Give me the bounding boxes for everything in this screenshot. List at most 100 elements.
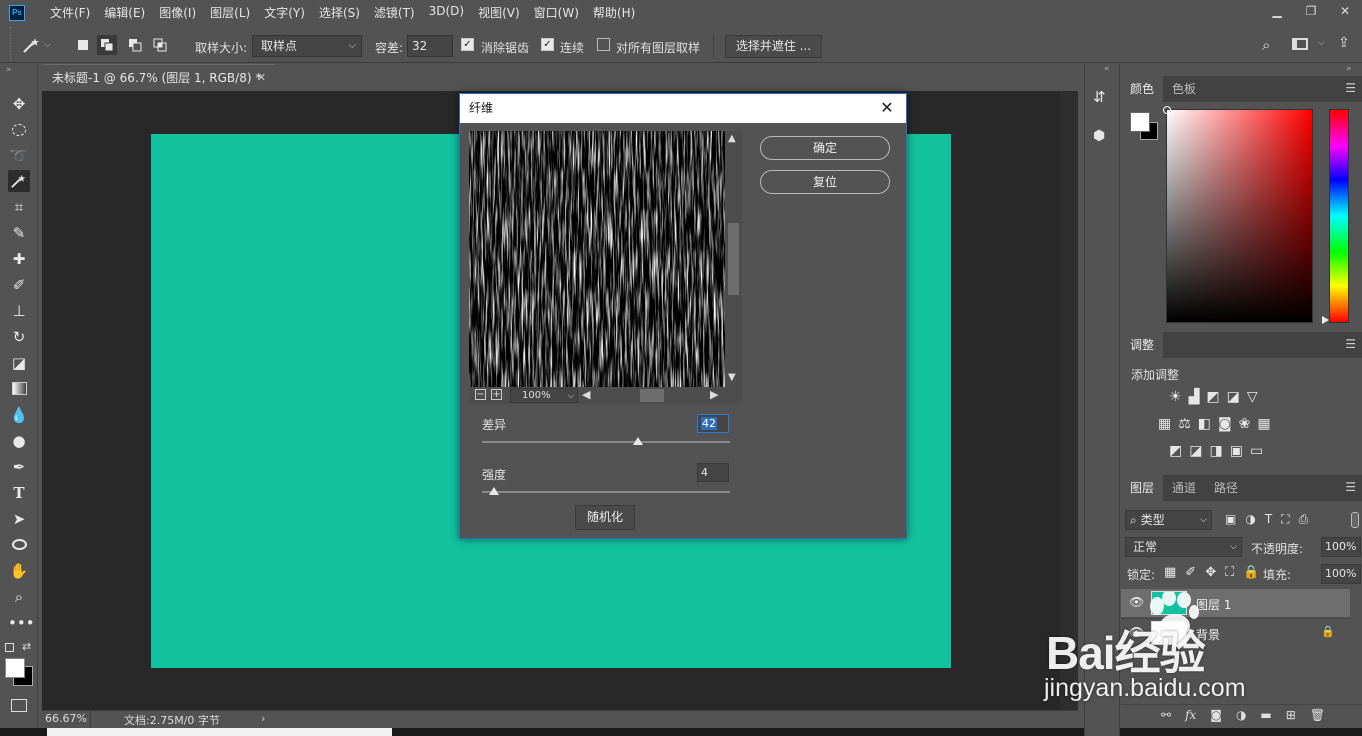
type-tool-icon[interactable]: T: [8, 482, 30, 504]
lock-transparent-icon[interactable]: ▦: [1164, 565, 1176, 580]
collapse-strip-icon[interactable]: «: [1104, 64, 1110, 74]
pen-tool-icon[interactable]: ✒: [8, 456, 30, 478]
crop-tool-icon[interactable]: ⌗: [8, 196, 30, 218]
sample-all-layers-checkbox[interactable]: [597, 38, 610, 51]
opacity-input[interactable]: 100%: [1321, 537, 1361, 557]
exposure-icon[interactable]: ◪: [1227, 389, 1240, 405]
delete-layer-icon[interactable]: 🗑: [1310, 708, 1325, 722]
menu-item[interactable]: 视图(V): [471, 4, 527, 21]
selective-color-icon[interactable]: ▣: [1230, 443, 1243, 459]
share-icon[interactable]: ⇪: [1338, 35, 1350, 51]
tab-layers[interactable]: 图层: [1121, 475, 1164, 501]
default-colors-icon[interactable]: [5, 643, 14, 652]
hue-slider[interactable]: [1329, 109, 1349, 323]
3d-panel-icon[interactable]: ⬢: [1093, 128, 1105, 144]
strength-slider-track[interactable]: [482, 491, 730, 493]
visibility-eye-icon[interactable]: 👁: [1129, 595, 1144, 609]
minimize-icon[interactable]: ▁: [1260, 0, 1294, 25]
magic-wand-tool-icon[interactable]: [8, 170, 30, 192]
new-selection-icon[interactable]: [73, 35, 93, 55]
preview-zoom-select[interactable]: 100% ⌵: [510, 388, 578, 403]
healing-brush-tool-icon[interactable]: ✚: [8, 248, 30, 270]
collapse-panels-icon[interactable]: »: [1346, 64, 1352, 74]
workspace-dropdown-icon[interactable]: ⌵: [1318, 38, 1325, 48]
hue-slider-thumb[interactable]: [1322, 316, 1329, 324]
restore-icon[interactable]: ❐: [1294, 0, 1328, 25]
quick-mask-icon[interactable]: [8, 695, 30, 717]
zoom-in-icon[interactable]: +: [491, 389, 502, 400]
options-grip[interactable]: [10, 27, 12, 61]
blur-tool-icon[interactable]: 💧: [8, 404, 30, 426]
dodge-tool-icon[interactable]: ●: [8, 430, 30, 452]
lock-all-icon[interactable]: 🔒: [1243, 565, 1259, 580]
levels-icon[interactable]: ▟: [1189, 389, 1200, 405]
variance-slider-track[interactable]: [482, 441, 730, 443]
menu-item[interactable]: 编辑(E): [97, 4, 152, 21]
lock-image-icon[interactable]: ✐: [1185, 565, 1196, 580]
strength-slider-thumb[interactable]: [489, 487, 500, 495]
hand-tool-icon[interactable]: ✋: [8, 560, 30, 582]
close-icon[interactable]: ✕: [876, 97, 898, 119]
layer-filter-select[interactable]: ⌕ 类型 ⌵: [1125, 510, 1212, 530]
black-white-icon[interactable]: ◧: [1198, 416, 1211, 432]
scroll-right-icon[interactable]: ▶: [710, 388, 718, 401]
scroll-left-icon[interactable]: ◀: [582, 388, 590, 401]
color-field[interactable]: [1166, 109, 1313, 323]
scroll-up-icon[interactable]: ▲: [728, 133, 736, 144]
scroll-down-icon[interactable]: ▼: [728, 372, 736, 383]
shape-filter-icon[interactable]: ⛶: [1281, 512, 1289, 527]
sample-size-select[interactable]: 取样点 ⌵: [252, 35, 362, 57]
panel-menu-icon[interactable]: ☰: [1345, 337, 1356, 351]
brightness-icon[interactable]: ☀: [1169, 389, 1182, 405]
threshold-icon[interactable]: ◨: [1209, 443, 1222, 459]
menu-item[interactable]: 图像(I): [152, 4, 203, 21]
blend-mode-select[interactable]: 正常 ⌵: [1125, 537, 1242, 557]
fill-input[interactable]: 100%: [1321, 564, 1361, 584]
horizontal-scroll-thumb[interactable]: [640, 389, 664, 402]
color-picker-marker[interactable]: [1163, 106, 1171, 114]
menu-item[interactable]: 帮助(H): [586, 4, 642, 21]
status-menu-arrow-icon[interactable]: ›: [261, 712, 265, 725]
foreground-color-swatch[interactable]: [5, 658, 25, 678]
vibrance-icon[interactable]: ▽: [1247, 389, 1258, 405]
layer-style-icon[interactable]: fx: [1185, 708, 1196, 722]
menu-item[interactable]: 选择(S): [312, 4, 367, 21]
brush-tool-icon[interactable]: ✐: [8, 274, 30, 296]
zoom-level[interactable]: 66.67%: [45, 712, 87, 725]
menu-item[interactable]: 窗口(W): [527, 4, 586, 21]
menu-item[interactable]: 3D(D): [422, 4, 471, 21]
dialog-titlebar[interactable]: 纤维: [460, 94, 906, 123]
tab-paths[interactable]: 路径: [1205, 475, 1247, 501]
invert-icon[interactable]: ◩: [1169, 443, 1182, 459]
select-and-mask-button[interactable]: 选择并遮住 ...: [725, 35, 822, 58]
tab-color[interactable]: 颜色: [1121, 76, 1164, 102]
randomize-button[interactable]: 随机化: [575, 505, 635, 530]
reset-button[interactable]: 复位: [760, 170, 890, 194]
pixel-filter-icon[interactable]: ▣: [1225, 512, 1236, 527]
link-layers-icon[interactable]: ⚯: [1161, 708, 1171, 722]
filter-preview[interactable]: [469, 131, 725, 387]
workspace-icon[interactable]: [1292, 38, 1308, 50]
close-window-icon[interactable]: ✕: [1328, 0, 1362, 25]
more-tools-icon[interactable]: •••: [8, 612, 35, 634]
tab-adjustments[interactable]: 调整: [1121, 332, 1164, 358]
move-tool-icon[interactable]: ✥: [8, 93, 30, 115]
stamp-tool-icon[interactable]: ⊥: [8, 300, 30, 322]
eyedropper-tool-icon[interactable]: ✎: [8, 222, 30, 244]
menu-item[interactable]: 文件(F): [43, 4, 97, 21]
gradient-tool-icon[interactable]: [8, 378, 30, 400]
foreground-color-chip[interactable]: [1130, 112, 1150, 132]
antialias-checkbox[interactable]: ✓: [461, 38, 474, 51]
eraser-tool-icon[interactable]: ◪: [8, 352, 30, 374]
strength-input[interactable]: 4: [697, 463, 729, 482]
scroll-thumb[interactable]: [728, 223, 739, 295]
gradient-map-icon[interactable]: ▭: [1250, 443, 1263, 459]
lasso-tool-icon[interactable]: ➰: [8, 145, 30, 167]
history-brush-tool-icon[interactable]: ↻: [8, 326, 30, 348]
contiguous-checkbox[interactable]: ✓: [541, 38, 554, 51]
menu-item[interactable]: 滤镜(T): [367, 4, 422, 21]
adjustment-filter-icon[interactable]: ◑: [1245, 512, 1255, 527]
tab-swatches[interactable]: 色板: [1163, 76, 1205, 102]
marquee-tool-icon[interactable]: [8, 119, 30, 141]
path-selection-tool-icon[interactable]: ➤: [8, 508, 30, 530]
